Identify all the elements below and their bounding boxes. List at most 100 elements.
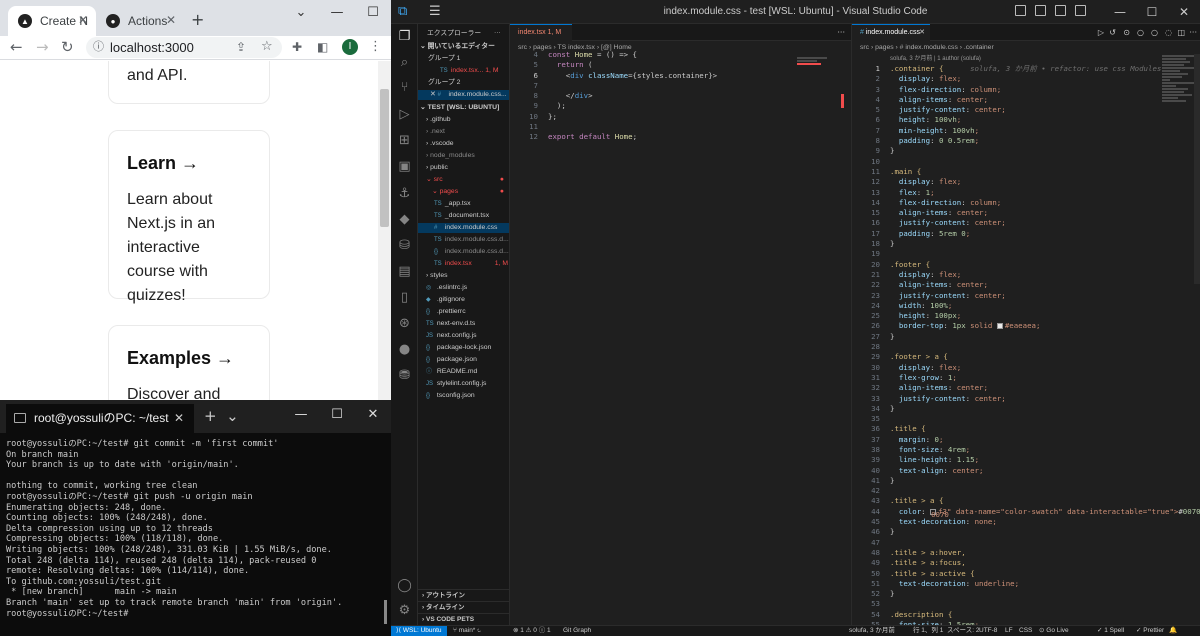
code-line[interactable]: 16 justify-content: center;	[852, 218, 1200, 228]
folder-next[interactable]: › .next	[426, 127, 445, 137]
run-debug-icon[interactable]: ▷	[397, 108, 412, 122]
code-line[interactable]: 10	[852, 157, 1200, 167]
toggle-sidebar-icon[interactable]	[1015, 5, 1026, 16]
anchor-icon[interactable]: ⚓	[397, 187, 412, 201]
code-pets-section[interactable]: › VS CODE PETS	[418, 613, 509, 625]
chrome-tab-actions[interactable]: ● Actions ✕	[96, 6, 184, 36]
code-line[interactable]: 38 font-size: 4rem;	[852, 445, 1200, 455]
reload-icon[interactable]: ↻	[61, 38, 74, 56]
gear-icon[interactable]: ⚙	[397, 604, 412, 618]
code-line[interactable]: 8 </div>	[510, 91, 851, 101]
chrome-tab-create-next[interactable]: ▲ Create N ✕	[8, 6, 96, 36]
code-line[interactable]: 10};	[510, 112, 851, 122]
code-line[interactable]: 50 .title > a:active {	[852, 569, 1200, 579]
folder-github[interactable]: › .github	[426, 115, 451, 125]
folder-pages[interactable]: ⌄ pages ●	[432, 187, 509, 197]
indentation-status[interactable]: スペース: 2	[947, 626, 979, 636]
chevron-down-icon[interactable]: ⌄	[283, 0, 319, 28]
go-forward-icon[interactable]: ○	[1137, 28, 1144, 37]
git-graph-button[interactable]: Git Graph	[563, 626, 591, 636]
file-app-tsx[interactable]: TS _app.tsx	[434, 199, 471, 209]
go-back-icon[interactable]: ⊙	[1123, 28, 1130, 37]
back-arrow-icon[interactable]: ←	[10, 38, 23, 56]
editor-scrollbar[interactable]	[1194, 54, 1200, 284]
code-line[interactable]: 6 <div className={styles.container}>	[510, 71, 851, 81]
git-blame-status[interactable]: solufa, 3 か月前	[849, 626, 895, 636]
card-examples[interactable]: Examples → Discover and	[108, 325, 270, 400]
forward-arrow-icon[interactable]: →	[36, 38, 49, 56]
remote-indicator[interactable]: ⟩⟨ WSL: Ubuntu	[391, 626, 447, 636]
split-editor-icon[interactable]: ◫	[1177, 28, 1185, 37]
folder-styles[interactable]: › styles	[426, 271, 448, 281]
code-line[interactable]: 31 flex-grow: 1;	[852, 373, 1200, 383]
close-tab-icon[interactable]: ✕	[166, 13, 176, 27]
docker-icon[interactable]: ◆	[397, 213, 412, 227]
folder-src[interactable]: ⌄ src ●	[426, 175, 509, 185]
code-line[interactable]: 34}	[852, 404, 1200, 414]
toggle-panel-icon[interactable]	[1035, 5, 1046, 16]
page-scrollbar[interactable]	[378, 61, 391, 400]
storage-icon[interactable]: ⛃	[397, 369, 412, 383]
code-line[interactable]: 8 padding: 0 0.5rem;	[852, 136, 1200, 146]
code-line[interactable]: 37 margin: 0;	[852, 435, 1200, 445]
code-line[interactable]: 48 .title > a:hover,	[852, 548, 1200, 558]
file-index-module-css-d-2[interactable]: {} index.module.css.d...	[434, 247, 509, 257]
close-icon[interactable]: ✕	[919, 25, 925, 41]
code-line[interactable]: 20 .footer {	[852, 260, 1200, 270]
code-line[interactable]: 49 .title > a:focus,	[852, 558, 1200, 568]
close-tab-icon[interactable]: ✕	[78, 13, 88, 27]
file-index-module-css-d-1[interactable]: TS index.module.css.d...	[434, 235, 509, 245]
code-line[interactable]: 53	[852, 599, 1200, 609]
tab-index-module-css[interactable]: # index.module.css ✕	[852, 24, 930, 41]
code-line[interactable]: 1 .container { solufa, 3 か月前 • refactor: …	[852, 64, 1200, 74]
code-line[interactable]: 54 .description {	[852, 610, 1200, 620]
code-line[interactable]: 23 justify-content: center;	[852, 291, 1200, 301]
address-bar[interactable]: ⓘ localhost:3000	[86, 37, 282, 58]
code-line[interactable]: 7 min-height: 100vh;	[852, 126, 1200, 136]
code-line[interactable]: 12 display: flex;	[852, 177, 1200, 187]
timeline-icon[interactable]: ↺	[1109, 28, 1116, 37]
code-line[interactable]: 21 display: flex;	[852, 270, 1200, 280]
code-line[interactable]: 12 export default Home;	[510, 132, 851, 142]
code-line[interactable]: 51 text-decoration: underline;	[852, 579, 1200, 589]
terminal-scrollbar[interactable]	[384, 600, 387, 624]
code-line[interactable]: 22 align-items: center;	[852, 280, 1200, 290]
more-actions-icon[interactable]: ···	[1189, 28, 1197, 37]
source-control-icon[interactable]: ⑂	[397, 81, 412, 95]
go-live-button[interactable]: ⊙ Go Live	[1039, 626, 1069, 636]
code-line[interactable]: 19	[852, 249, 1200, 259]
code-line[interactable]: 9 );	[510, 101, 851, 111]
file-next-config[interactable]: JS next.config.js	[426, 331, 477, 341]
git-graph-icon[interactable]: ⊛	[397, 317, 412, 331]
code-line[interactable]: 11	[510, 122, 851, 132]
file-document-tsx[interactable]: TS _document.tsx	[434, 211, 489, 221]
cursor-position[interactable]: 行 1、列 1	[913, 626, 943, 636]
code-line[interactable]: 6 height: 100vh;	[852, 115, 1200, 125]
folder-node-modules[interactable]: › node_modules	[426, 151, 475, 161]
code-line[interactable]: 26 border-top: 1px solid #eaeaea;	[852, 321, 1200, 331]
close-icon[interactable]: ✕	[174, 404, 184, 433]
code-line[interactable]: 4 align-items: center;	[852, 95, 1200, 105]
file-stylelint-config[interactable]: JS stylelint.config.js	[426, 379, 486, 389]
file-eslintrc[interactable]: ◎ .eslintrc.js	[426, 283, 467, 293]
kebab-menu-icon[interactable]: ⋮	[369, 38, 382, 56]
close-button[interactable]: ✕	[1168, 0, 1200, 24]
code-line[interactable]: 14 flex-direction: column;	[852, 198, 1200, 208]
code-line[interactable]: 33 justify-content: center;	[852, 394, 1200, 404]
avatar[interactable]: I	[342, 39, 358, 55]
folder-vscode[interactable]: › .vscode	[426, 139, 454, 149]
side-panel-icon[interactable]: ◧	[317, 38, 328, 56]
file-tsconfig[interactable]: {} tsconfig.json	[426, 391, 475, 401]
more-actions-icon[interactable]: ···	[494, 28, 501, 38]
encoding-status[interactable]: UTF-8	[979, 626, 997, 636]
maximize-button[interactable]: ☐	[1136, 0, 1168, 24]
code-line[interactable]: 28	[852, 342, 1200, 352]
spell-status[interactable]: ✓ 1 Spell	[1097, 626, 1124, 636]
code-line[interactable]: 42	[852, 486, 1200, 496]
code-line[interactable]: 27}	[852, 332, 1200, 342]
code-line[interactable]: 30 display: flex;	[852, 363, 1200, 373]
extensions-icon[interactable]: ✚	[292, 38, 302, 56]
code-line[interactable]: 13 flex: 1;	[852, 188, 1200, 198]
code-line[interactable]: 32 align-items: center;	[852, 383, 1200, 393]
github-icon[interactable]: ●	[397, 343, 412, 357]
